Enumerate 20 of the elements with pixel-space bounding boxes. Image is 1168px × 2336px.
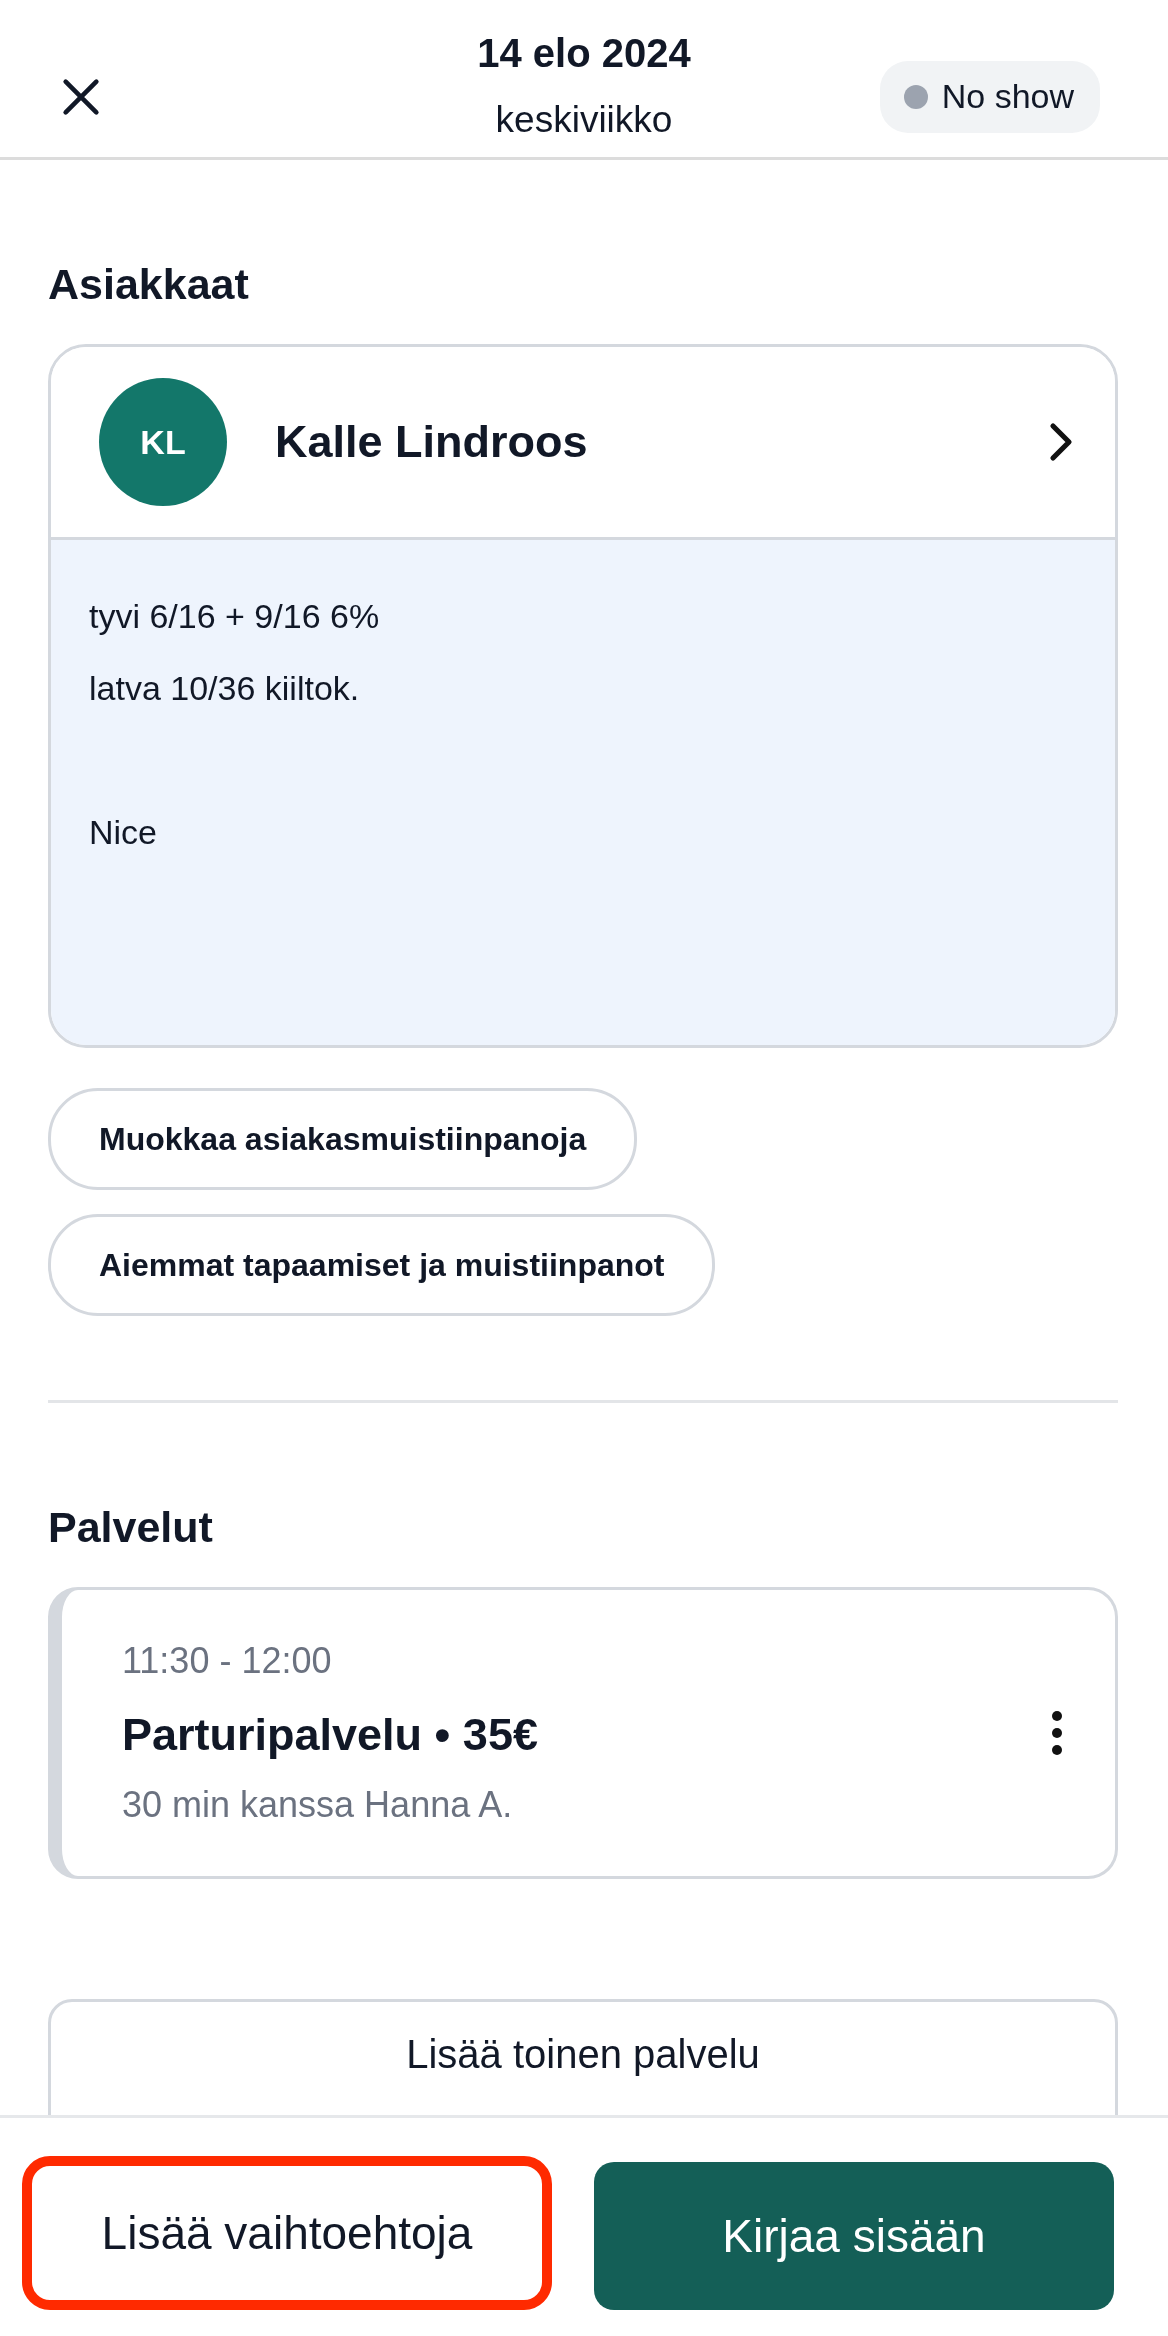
section-heading: Asiakkaat xyxy=(48,259,249,310)
service-card[interactable]: 11:30 - 12:00 Parturipalvelu • 35€ 30 min kanssa Hanna A. xyxy=(48,1587,1118,1879)
service-title: Parturipalvelu • 35€ xyxy=(122,1708,538,1762)
more-options-icon[interactable] xyxy=(1051,1710,1063,1756)
pill-button[interactable]: Muokkaa asiakasmuistiinpanoja xyxy=(48,1088,638,1190)
chevron-right-icon xyxy=(1049,422,1075,462)
appointment-date: 14 elo 2024 xyxy=(477,30,691,77)
status-badge[interactable]: No show xyxy=(879,60,1100,133)
client-notes: tyvi 6/16 + 9/16 6% latva 10/36 kiiltok. Nice xyxy=(51,540,1115,1045)
service-detail: 30 min kanssa Hanna A. xyxy=(122,1783,513,1827)
weekday: keskiviikko xyxy=(495,98,673,142)
service-time: 11:30 - 12:00 xyxy=(122,1639,332,1683)
avatar: KL xyxy=(99,378,227,506)
pill-button[interactable]: Aiemmat tapaamiset ja muistiinpanot xyxy=(48,1214,716,1316)
section-heading: Palvelut xyxy=(48,1502,213,1553)
add-service-button[interactable]: Lisää toinen palvelu xyxy=(48,1999,1118,2115)
client-name: Kalle Lindroos xyxy=(275,416,588,468)
client-row[interactable]: KL Kalle Lindroos xyxy=(51,347,1115,540)
check-in-button[interactable]: Kirjaa sisään xyxy=(594,2162,1114,2310)
more-options-button[interactable]: Lisää vaihtoehtoja xyxy=(22,2156,552,2310)
